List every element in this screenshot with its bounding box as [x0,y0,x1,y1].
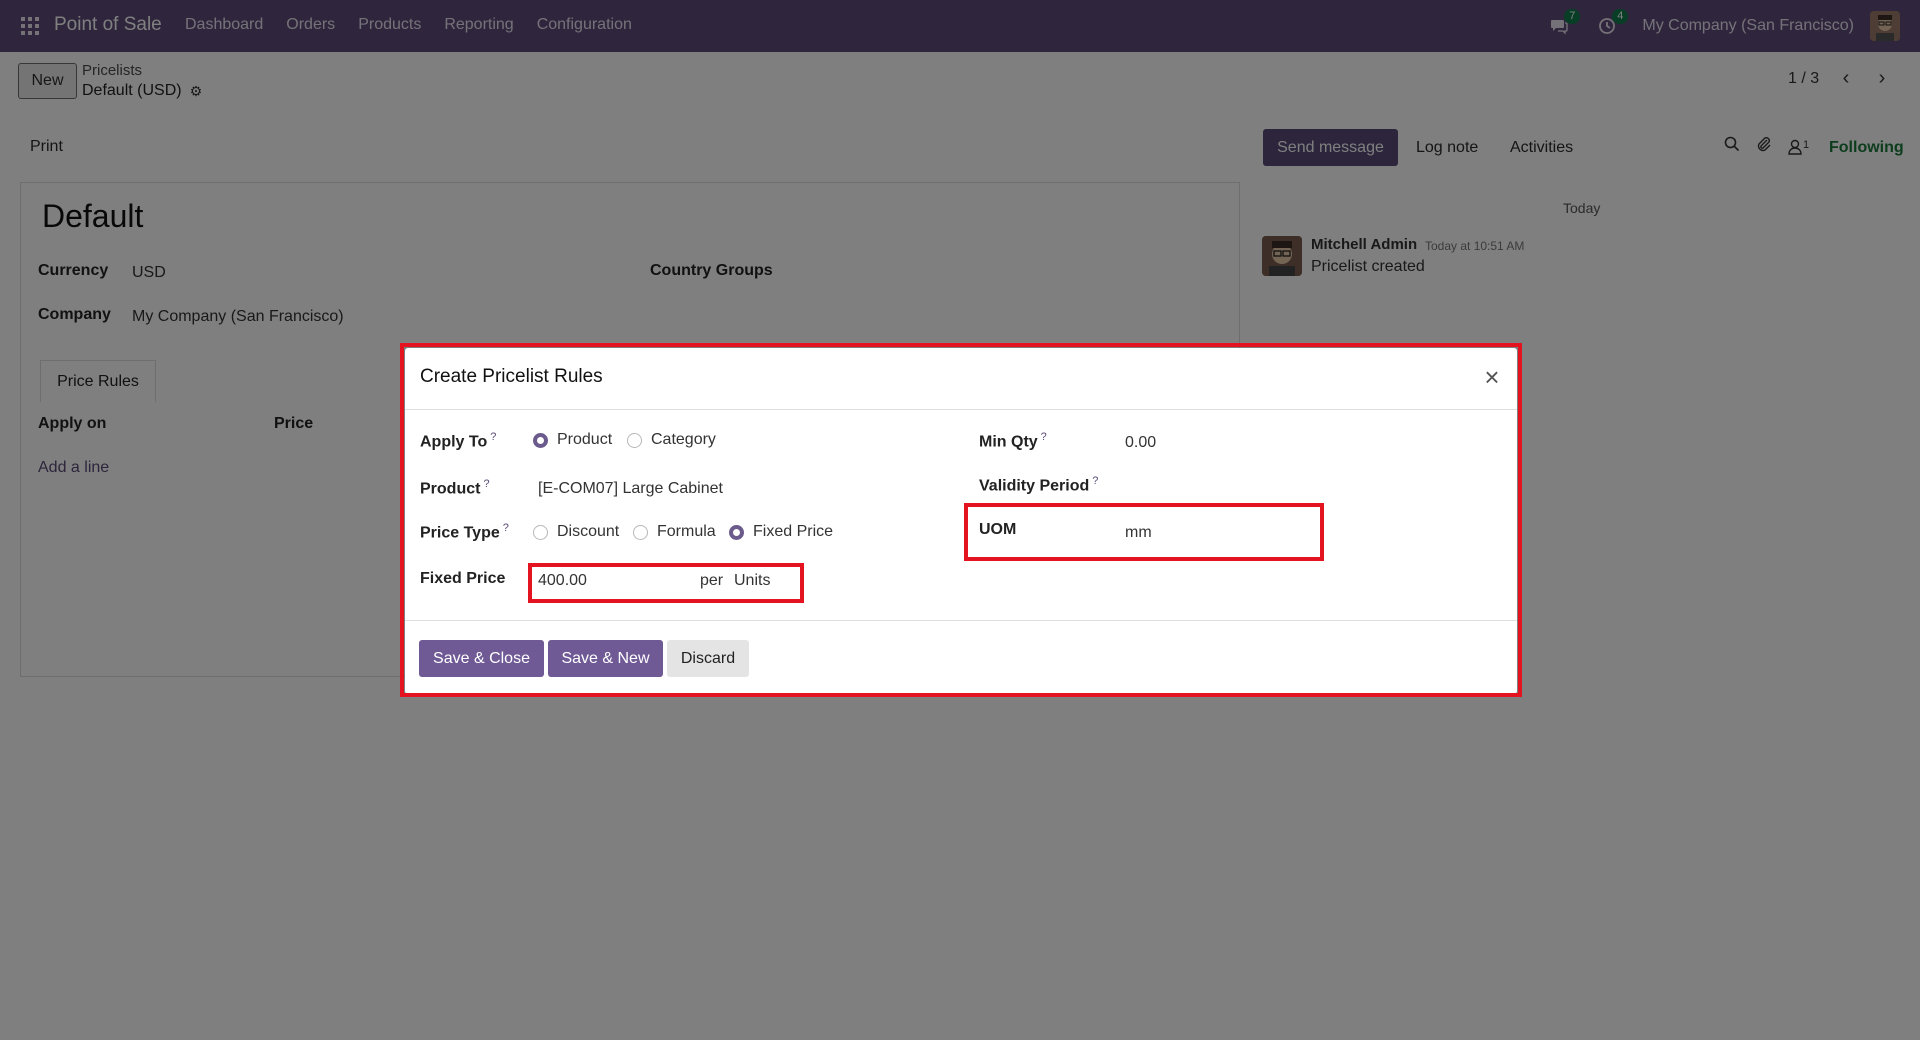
dialog-highlight [400,343,1522,697]
